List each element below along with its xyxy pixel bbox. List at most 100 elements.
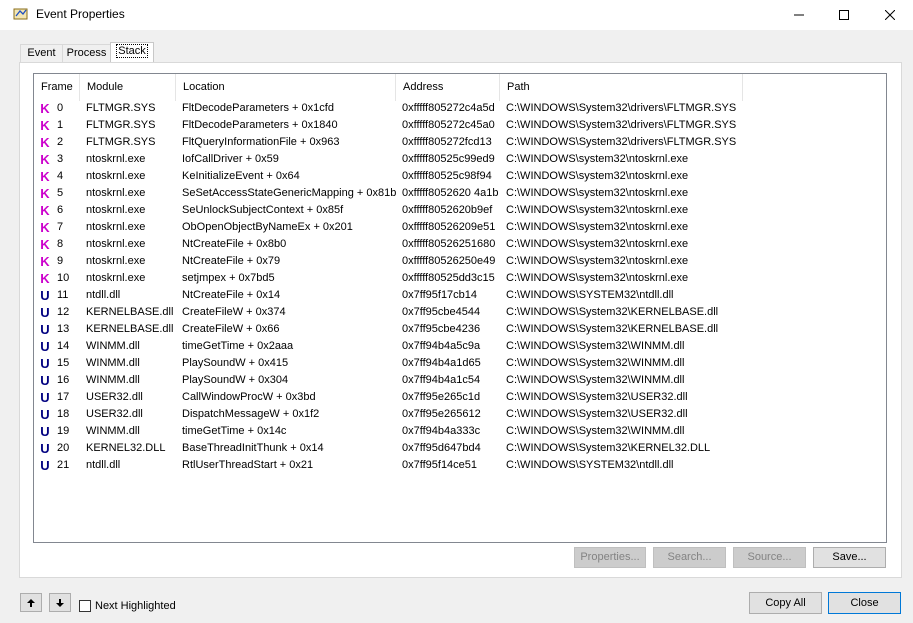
path-cell: C:\WINDOWS\System32\USER32.dll [506,408,688,420]
kernel-frame-icon: K [40,203,50,218]
stack-list[interactable]: Frame Module Location Address Path K 0 FLT… [33,73,887,543]
module-cell: WINMM.dll [86,340,140,352]
next-highlighted-checkbox[interactable] [79,600,91,612]
frame-number: 0 [57,102,64,114]
frame-number: 19 [57,425,70,437]
maximize-button[interactable] [821,0,867,30]
close-button[interactable]: Close [828,592,901,614]
properties-button[interactable]: Properties... [574,547,646,568]
address-cell: 0x7ff95cbe4544 [402,306,481,318]
table-row[interactable]: K 4 ntoskrnl.exe KeInitializeEvent + 0x64 0x… [34,168,754,185]
path-cell: C:\WINDOWS\System32\WINMM.dll [506,357,685,369]
save-button[interactable]: Save... [813,547,886,568]
column-header-module[interactable]: Module [80,74,176,101]
maximize-icon [839,10,849,20]
kernel-frame-icon: K [40,220,50,235]
address-cell: 0xfffff8052620b9ef [402,204,493,216]
column-header-path[interactable]: Path [500,74,743,101]
module-cell: ntdll.dll [86,459,121,471]
module-cell: KERNELBASE.dll [86,323,174,335]
path-cell: C:\WINDOWS\System32\drivers\FLTMGR.SYS [506,136,737,148]
frame-number: 7 [57,221,64,233]
minimize-button[interactable] [776,0,822,30]
table-row[interactable]: U 20 KERNEL32.DLL BaseThreadInitThunk + 0x1… [34,440,754,457]
table-row[interactable]: K 2 FLTMGR.SYS FltQueryInformationFile + 0x… [34,134,754,151]
frame-number: 21 [57,459,70,471]
address-cell: 0x7ff95cbe4236 [402,323,481,335]
table-row[interactable]: U 13 KERNELBASE.dll CreateFileW + 0x66 0x7ff… [34,321,754,338]
user-frame-icon: U [40,458,50,473]
table-row[interactable]: K 10 ntoskrnl.exe setjmpex + 0x7bd5 0xfffff8… [34,270,754,287]
module-cell: WINMM.dll [86,425,140,437]
window-title: Event Properties [36,7,125,21]
module-cell: FLTMGR.SYS [86,102,156,114]
location-cell: RtlUserThreadStart + 0x21 [182,459,314,471]
up-button[interactable] [20,593,42,612]
module-cell: ntoskrnl.exe [86,204,146,216]
location-cell: FltDecodeParameters + 0x1cfd [182,102,334,114]
column-header-frame[interactable]: Frame [34,74,80,101]
frame-number: 10 [57,272,70,284]
table-row[interactable]: K 3 ntoskrnl.exe IofCallDriver + 0x59 0xffff… [34,151,754,168]
path-cell: C:\WINDOWS\System32\drivers\FLTMGR.SYS [506,119,737,131]
table-row[interactable]: U 11 ntdll.dll NtCreateFile + 0x14 0x7ff95f1… [34,287,754,304]
kernel-frame-icon: K [40,169,50,184]
kernel-frame-icon: K [40,254,50,269]
kernel-frame-icon: K [40,271,50,286]
down-button[interactable] [49,593,71,612]
table-row[interactable]: K 6 ntoskrnl.exe SeUnlockSubjectContext + 0… [34,202,754,219]
location-cell: BaseThreadInitThunk + 0x14 [182,442,324,454]
table-row[interactable]: K 9 ntoskrnl.exe NtCreateFile + 0x79 0xfffff… [34,253,754,270]
tab-event[interactable]: Event [20,44,63,63]
user-frame-icon: U [40,305,50,320]
location-cell: NtCreateFile + 0x79 [182,255,281,267]
path-cell: C:\WINDOWS\System32\drivers\FLTMGR.SYS [506,102,737,114]
frame-number: 17 [57,391,70,403]
close-window-button[interactable] [867,0,913,30]
table-row[interactable]: U 14 WINMM.dll timeGetTime + 0x2aaa 0x7ff94b… [34,338,754,355]
address-cell: 0xfffff805272fcd13 [402,136,492,148]
table-row[interactable]: K 8 ntoskrnl.exe NtCreateFile + 0x8b0 0xffff… [34,236,754,253]
search-button[interactable]: Search... [653,547,726,568]
list-header: Frame Module Location Address Path [34,74,744,101]
location-cell: CreateFileW + 0x374 [182,306,286,318]
table-row[interactable]: U 19 WINMM.dll timeGetTime + 0x14c 0x7ff94b4… [34,423,754,440]
frame-number: 9 [57,255,64,267]
copy-all-button[interactable]: Copy All [749,592,822,614]
path-cell: C:\WINDOWS\System32\WINMM.dll [506,340,685,352]
path-cell: C:\WINDOWS\System32\WINMM.dll [506,425,685,437]
path-cell: C:\WINDOWS\System32\WINMM.dll [506,374,685,386]
module-cell: ntoskrnl.exe [86,238,146,250]
table-row[interactable]: K 7 ntoskrnl.exe ObOpenObjectByNameEx + 0x2… [34,219,754,236]
table-row[interactable]: K 1 FLTMGR.SYS FltDecodeParameters + 0x1840… [34,117,754,134]
column-header-address[interactable]: Address [396,74,500,101]
table-row[interactable]: U 21 ntdll.dll RtlUserThreadStart + 0x21 0x7… [34,457,754,474]
table-row[interactable]: U 18 USER32.dll DispatchMessageW + 0x1f2 0x7… [34,406,754,423]
location-cell: KeInitializeEvent + 0x64 [182,170,300,182]
table-row[interactable]: U 17 USER32.dll CallWindowProcW + 0x3bd 0x7f… [34,389,754,406]
source-button[interactable]: Source... [733,547,806,568]
frame-number: 20 [57,442,70,454]
minimize-icon [794,14,804,16]
tab-stack[interactable]: Stack [110,42,154,64]
address-cell: 0x7ff95d647bd4 [402,442,481,454]
tab-stack-label: Stack [116,44,148,58]
user-frame-icon: U [40,424,50,439]
tab-process[interactable]: Process [62,44,111,63]
path-cell: C:\WINDOWS\SYSTEM32\ntdll.dll [506,459,674,471]
path-cell: C:\WINDOWS\system32\ntoskrnl.exe [506,187,689,199]
table-row[interactable]: K 5 ntoskrnl.exe SeSetAccessStateGenericMap… [34,185,754,202]
table-row[interactable]: U 16 WINMM.dll PlaySoundW + 0x304 0x7ff94b4a… [34,372,754,389]
column-header-location[interactable]: Location [176,74,396,101]
address-cell: 0xfffff8052620 4a1b [402,187,499,199]
path-cell: C:\WINDOWS\system32\ntoskrnl.exe [506,272,689,284]
module-cell: KERNEL32.DLL [86,442,166,454]
table-row[interactable]: U 15 WINMM.dll PlaySoundW + 0x415 0x7ff94b4a… [34,355,754,372]
kernel-frame-icon: K [40,237,50,252]
next-highlighted-label[interactable]: Next Highlighted [95,600,176,612]
table-row[interactable]: U 12 KERNELBASE.dll CreateFileW + 0x374 0x7f… [34,304,754,321]
module-cell: ntoskrnl.exe [86,221,146,233]
address-cell: 0xfffff80525c99ed9 [402,153,495,165]
table-row[interactable]: K 0 FLTMGR.SYS FltDecodeParameters + 0x1cfd… [34,100,754,117]
location-cell: CreateFileW + 0x66 [182,323,280,335]
